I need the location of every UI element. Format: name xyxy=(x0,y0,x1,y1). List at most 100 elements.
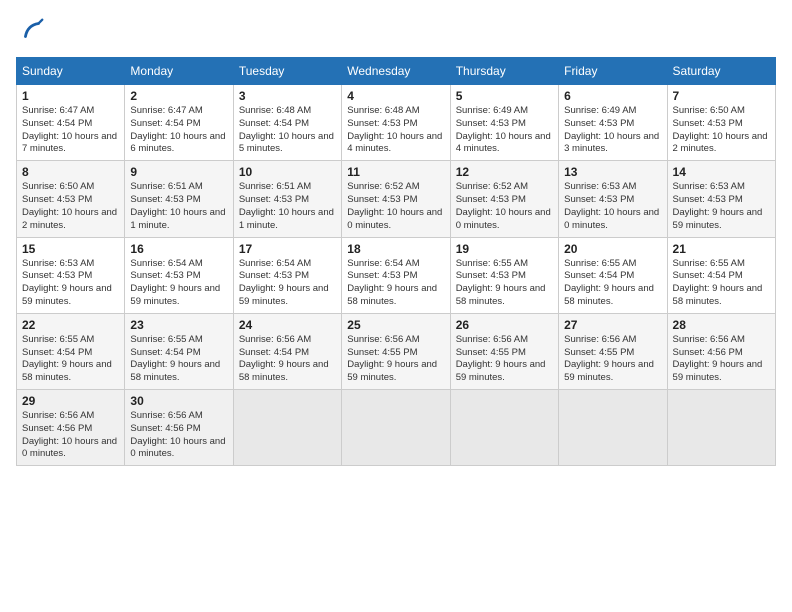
day-number: 10 xyxy=(239,165,336,179)
day-number: 28 xyxy=(673,318,770,332)
day-number: 29 xyxy=(22,394,119,408)
day-number: 24 xyxy=(239,318,336,332)
day-info: Sunrise: 6:50 AMSunset: 4:53 PMDaylight:… xyxy=(22,181,119,232)
day-info: Sunrise: 6:55 AMSunset: 4:54 PMDaylight:… xyxy=(22,334,119,385)
calendar-cell: 20 Sunrise: 6:55 AMSunset: 4:54 PMDayligh… xyxy=(559,237,667,313)
day-number: 22 xyxy=(22,318,119,332)
day-number: 11 xyxy=(347,165,444,179)
day-info: Sunrise: 6:56 AMSunset: 4:56 PMDaylight:… xyxy=(22,410,119,461)
day-info: Sunrise: 6:55 AMSunset: 4:54 PMDaylight:… xyxy=(673,258,770,309)
day-number: 23 xyxy=(130,318,227,332)
day-number: 7 xyxy=(673,89,770,103)
calendar-cell: 26 Sunrise: 6:56 AMSunset: 4:55 PMDayligh… xyxy=(450,313,558,389)
calendar-cell: 19Sunrise: 6:55 AMSunset: 4:53 PMDayligh… xyxy=(450,237,558,313)
day-number: 30 xyxy=(130,394,227,408)
day-info: Sunrise: 6:47 AMSunset: 4:54 PMDaylight:… xyxy=(130,105,227,156)
calendar-cell: 5 Sunrise: 6:49 AMSunset: 4:53 PMDaylight… xyxy=(450,85,558,161)
calendar-cell: 28 Sunrise: 6:56 AMSunset: 4:56 PMDayligh… xyxy=(667,313,775,389)
day-info: Sunrise: 6:48 AMSunset: 4:54 PMDaylight:… xyxy=(239,105,336,156)
day-info: Sunrise: 6:56 AMSunset: 4:55 PMDaylight:… xyxy=(456,334,553,385)
week-row-4: 22 Sunrise: 6:55 AMSunset: 4:54 PMDayligh… xyxy=(17,313,776,389)
day-number: 12 xyxy=(456,165,553,179)
day-info: Sunrise: 6:56 AMSunset: 4:55 PMDaylight:… xyxy=(564,334,661,385)
header-row: SundayMondayTuesdayWednesdayThursdayFrid… xyxy=(17,58,776,85)
day-number: 14 xyxy=(673,165,770,179)
day-number: 4 xyxy=(347,89,444,103)
day-info: Sunrise: 6:56 AMSunset: 4:55 PMDaylight:… xyxy=(347,334,444,385)
day-info: Sunrise: 6:49 AMSunset: 4:53 PMDaylight:… xyxy=(456,105,553,156)
day-info: Sunrise: 6:54 AMSunset: 4:53 PMDaylight:… xyxy=(239,258,336,309)
day-info: Sunrise: 6:47 AMSunset: 4:54 PMDaylight:… xyxy=(22,105,119,156)
calendar-cell: 30 Sunrise: 6:56 AMSunset: 4:56 PMDayligh… xyxy=(125,390,233,466)
calendar-cell: 23 Sunrise: 6:55 AMSunset: 4:54 PMDayligh… xyxy=(125,313,233,389)
week-row-1: 1 Sunrise: 6:47 AMSunset: 4:54 PMDaylight… xyxy=(17,85,776,161)
day-info: Sunrise: 6:51 AMSunset: 4:53 PMDaylight:… xyxy=(130,181,227,232)
calendar-cell xyxy=(450,390,558,466)
day-number: 25 xyxy=(347,318,444,332)
calendar-cell: 13 Sunrise: 6:53 AMSunset: 4:53 PMDayligh… xyxy=(559,161,667,237)
calendar-cell: 2 Sunrise: 6:47 AMSunset: 4:54 PMDaylight… xyxy=(125,85,233,161)
day-info: Sunrise: 6:52 AMSunset: 4:53 PMDaylight:… xyxy=(456,181,553,232)
calendar-cell xyxy=(233,390,341,466)
week-row-3: 15Sunrise: 6:53 AMSunset: 4:53 PMDayligh… xyxy=(17,237,776,313)
day-header-friday: Friday xyxy=(559,58,667,85)
calendar-cell: 12 Sunrise: 6:52 AMSunset: 4:53 PMDayligh… xyxy=(450,161,558,237)
day-number: 18 xyxy=(347,242,444,256)
day-info: Sunrise: 6:53 AMSunset: 4:53 PMDaylight:… xyxy=(673,181,770,232)
calendar-cell: 16 Sunrise: 6:54 AMSunset: 4:53 PMDayligh… xyxy=(125,237,233,313)
week-row-2: 8 Sunrise: 6:50 AMSunset: 4:53 PMDaylight… xyxy=(17,161,776,237)
day-info: Sunrise: 6:55 AMSunset: 4:54 PMDaylight:… xyxy=(564,258,661,309)
day-number: 16 xyxy=(130,242,227,256)
day-info: Sunrise: 6:56 AMSunset: 4:56 PMDaylight:… xyxy=(130,410,227,461)
day-number: 5 xyxy=(456,89,553,103)
header xyxy=(16,16,776,49)
calendar-cell: 3 Sunrise: 6:48 AMSunset: 4:54 PMDaylight… xyxy=(233,85,341,161)
calendar-cell: 6Sunrise: 6:49 AMSunset: 4:53 PMDaylight… xyxy=(559,85,667,161)
calendar-cell: 27 Sunrise: 6:56 AMSunset: 4:55 PMDayligh… xyxy=(559,313,667,389)
calendar-cell: 24 Sunrise: 6:56 AMSunset: 4:54 PMDayligh… xyxy=(233,313,341,389)
week-row-5: 29 Sunrise: 6:56 AMSunset: 4:56 PMDayligh… xyxy=(17,390,776,466)
calendar-cell: 18Sunrise: 6:54 AMSunset: 4:53 PMDayligh… xyxy=(342,237,450,313)
day-header-sunday: Sunday xyxy=(17,58,125,85)
day-info: Sunrise: 6:55 AMSunset: 4:54 PMDaylight:… xyxy=(130,334,227,385)
calendar-cell: 9 Sunrise: 6:51 AMSunset: 4:53 PMDaylight… xyxy=(125,161,233,237)
day-number: 2 xyxy=(130,89,227,103)
calendar-cell: 10Sunrise: 6:51 AMSunset: 4:53 PMDayligh… xyxy=(233,161,341,237)
day-number: 3 xyxy=(239,89,336,103)
logo xyxy=(16,16,48,49)
calendar-cell: 7 Sunrise: 6:50 AMSunset: 4:53 PMDaylight… xyxy=(667,85,775,161)
day-number: 27 xyxy=(564,318,661,332)
day-info: Sunrise: 6:54 AMSunset: 4:53 PMDaylight:… xyxy=(130,258,227,309)
calendar-cell: 22 Sunrise: 6:55 AMSunset: 4:54 PMDayligh… xyxy=(17,313,125,389)
calendar-cell: 15Sunrise: 6:53 AMSunset: 4:53 PMDayligh… xyxy=(17,237,125,313)
calendar-cell: 14 Sunrise: 6:53 AMSunset: 4:53 PMDayligh… xyxy=(667,161,775,237)
day-header-tuesday: Tuesday xyxy=(233,58,341,85)
calendar-cell: 17Sunrise: 6:54 AMSunset: 4:53 PMDayligh… xyxy=(233,237,341,313)
day-info: Sunrise: 6:53 AMSunset: 4:53 PMDaylight:… xyxy=(564,181,661,232)
day-number: 21 xyxy=(673,242,770,256)
day-header-wednesday: Wednesday xyxy=(342,58,450,85)
day-header-saturday: Saturday xyxy=(667,58,775,85)
day-header-monday: Monday xyxy=(125,58,233,85)
day-number: 1 xyxy=(22,89,119,103)
day-number: 8 xyxy=(22,165,119,179)
calendar-cell: 4 Sunrise: 6:48 AMSunset: 4:53 PMDaylight… xyxy=(342,85,450,161)
calendar-cell: 29 Sunrise: 6:56 AMSunset: 4:56 PMDayligh… xyxy=(17,390,125,466)
day-info: Sunrise: 6:56 AMSunset: 4:54 PMDaylight:… xyxy=(239,334,336,385)
calendar: SundayMondayTuesdayWednesdayThursdayFrid… xyxy=(16,57,776,466)
calendar-cell: 21 Sunrise: 6:55 AMSunset: 4:54 PMDayligh… xyxy=(667,237,775,313)
day-number: 13 xyxy=(564,165,661,179)
calendar-cell: 1 Sunrise: 6:47 AMSunset: 4:54 PMDaylight… xyxy=(17,85,125,161)
day-number: 26 xyxy=(456,318,553,332)
day-number: 15 xyxy=(22,242,119,256)
day-number: 19 xyxy=(456,242,553,256)
calendar-cell: 8 Sunrise: 6:50 AMSunset: 4:53 PMDaylight… xyxy=(17,161,125,237)
calendar-cell xyxy=(559,390,667,466)
day-number: 20 xyxy=(564,242,661,256)
calendar-cell: 25 Sunrise: 6:56 AMSunset: 4:55 PMDayligh… xyxy=(342,313,450,389)
day-info: Sunrise: 6:50 AMSunset: 4:53 PMDaylight:… xyxy=(673,105,770,156)
day-info: Sunrise: 6:56 AMSunset: 4:56 PMDaylight:… xyxy=(673,334,770,385)
day-number: 9 xyxy=(130,165,227,179)
day-header-thursday: Thursday xyxy=(450,58,558,85)
day-info: Sunrise: 6:48 AMSunset: 4:53 PMDaylight:… xyxy=(347,105,444,156)
